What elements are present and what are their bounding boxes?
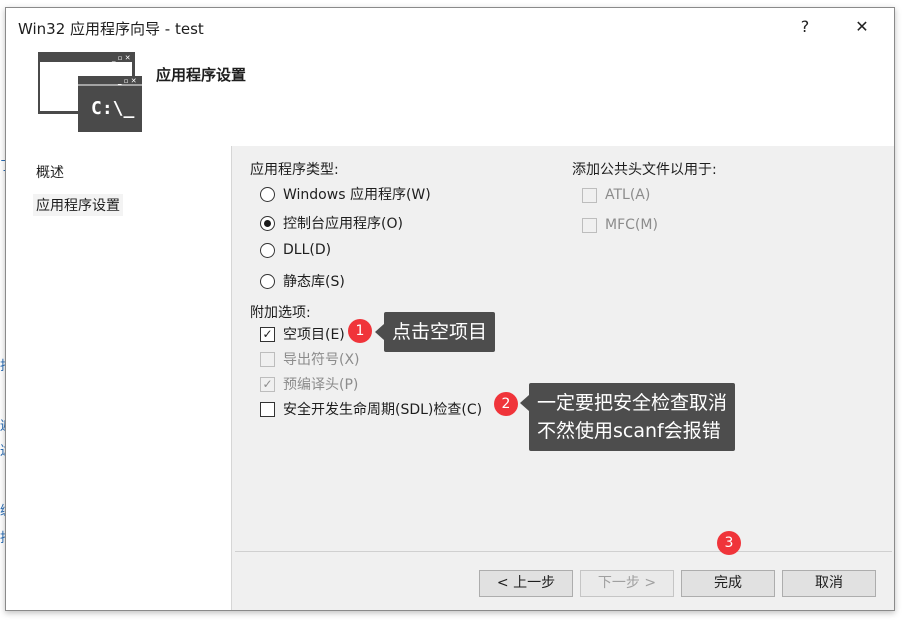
checkbox-atl[interactable]: ATL(A) bbox=[582, 187, 650, 203]
checkbox-label: 空项目(E) bbox=[283, 327, 345, 343]
next-button[interactable]: 下一步 > bbox=[580, 570, 674, 597]
checkbox-label: ATL(A) bbox=[605, 187, 651, 203]
button-divider bbox=[235, 551, 892, 552]
radio-label: Windows 应用程序(W) bbox=[283, 187, 431, 203]
radio-label: 静态库(S) bbox=[283, 274, 345, 290]
checkbox-box[interactable]: ✓ bbox=[260, 376, 275, 392]
finish-button[interactable]: 完成 bbox=[681, 570, 775, 597]
callout-text-line2: 不然使用scanf会报错 bbox=[537, 420, 721, 442]
radio-circle[interactable] bbox=[260, 242, 275, 258]
checkbox-sdl-check[interactable]: 安全开发生命周期(SDL)检查(C) bbox=[260, 399, 482, 419]
callout-text-line1: 一定要把安全检查取消 bbox=[537, 392, 728, 414]
app-type-label: 应用程序类型: bbox=[250, 162, 339, 178]
annotation-callout-sdl: 一定要把安全检查取消 不然使用scanf会报错 bbox=[519, 383, 736, 451]
title-bar: Win32 应用程序向导 - test ? ✕ bbox=[6, 8, 894, 46]
radio-circle[interactable] bbox=[260, 273, 275, 289]
annotation-badge-1: 1 bbox=[348, 319, 372, 343]
annotation-callout-empty-project: 点击空项目 bbox=[374, 312, 496, 352]
svg-text:_ ▫ ✕: _ ▫ ✕ bbox=[111, 54, 131, 62]
checkbox-label: MFC(M) bbox=[605, 217, 658, 233]
svg-text:_ ▫ ✕: _ ▫ ✕ bbox=[117, 77, 137, 85]
help-button[interactable]: ? bbox=[785, 14, 825, 40]
annotation-badge-3: 3 bbox=[717, 531, 741, 555]
close-button[interactable]: ✕ bbox=[842, 14, 882, 40]
annotation-badge-2: 2 bbox=[494, 392, 518, 416]
radio-label: DLL(D) bbox=[283, 242, 332, 258]
wizard-body: 概述 应用程序设置 应用程序类型: Windows 应用程序(W) 控制台应用程… bbox=[6, 146, 894, 610]
cancel-button[interactable]: 取消 bbox=[782, 570, 876, 597]
checkbox-box[interactable]: ✓ bbox=[260, 326, 275, 342]
radio-circle[interactable] bbox=[260, 186, 275, 202]
checkbox-label: 预编译头(P) bbox=[283, 377, 359, 393]
window-title: Win32 应用程序向导 - test bbox=[18, 20, 204, 38]
checkbox-export-symbols[interactable]: 导出符号(X) bbox=[260, 349, 360, 369]
radio-label: 控制台应用程序(O) bbox=[283, 216, 403, 232]
radio-windows-app[interactable]: Windows 应用程序(W) bbox=[260, 184, 431, 204]
nav-item-app-settings[interactable]: 应用程序设置 bbox=[33, 194, 123, 216]
callout-text: 点击空项目 bbox=[392, 321, 488, 343]
wizard-dialog: Win32 应用程序向导 - test ? ✕ _ ▫ ✕ _ ▫ ✕ C:\_… bbox=[5, 7, 895, 611]
extra-options-label: 附加选项: bbox=[250, 305, 311, 321]
wizard-banner: _ ▫ ✕ _ ▫ ✕ C:\_ 应用程序设置 bbox=[6, 46, 894, 146]
settings-panel: 应用程序类型: Windows 应用程序(W) 控制台应用程序(O) DLL(D… bbox=[232, 146, 894, 610]
console-icon-text: C:\_ bbox=[91, 98, 135, 119]
radio-dll[interactable]: DLL(D) bbox=[260, 242, 331, 258]
checkbox-box[interactable] bbox=[260, 401, 275, 417]
checkbox-box[interactable] bbox=[260, 351, 275, 367]
headers-label: 添加公共头文件以用于: bbox=[572, 162, 717, 178]
radio-circle[interactable] bbox=[260, 215, 275, 231]
checkbox-empty-project[interactable]: ✓ 空项目(E) bbox=[260, 324, 345, 344]
console-app-icon: _ ▫ ✕ _ ▫ ✕ bbox=[38, 52, 142, 132]
prev-button[interactable]: < 上一步 bbox=[479, 570, 573, 597]
page-title: 应用程序设置 bbox=[156, 66, 247, 84]
nav-item-overview[interactable]: 概述 bbox=[33, 161, 67, 183]
checkbox-box[interactable] bbox=[582, 187, 597, 203]
checkbox-mfc[interactable]: MFC(M) bbox=[582, 217, 658, 233]
radio-static-lib[interactable]: 静态库(S) bbox=[260, 271, 345, 291]
radio-console-app[interactable]: 控制台应用程序(O) bbox=[260, 213, 403, 233]
checkbox-label: 导出符号(X) bbox=[283, 352, 360, 368]
checkbox-box[interactable] bbox=[582, 217, 597, 233]
wizard-nav: 概述 应用程序设置 bbox=[6, 146, 232, 610]
checkbox-label: 安全开发生命周期(SDL)检查(C) bbox=[283, 402, 483, 418]
checkbox-precompiled-header[interactable]: ✓ 预编译头(P) bbox=[260, 374, 358, 394]
